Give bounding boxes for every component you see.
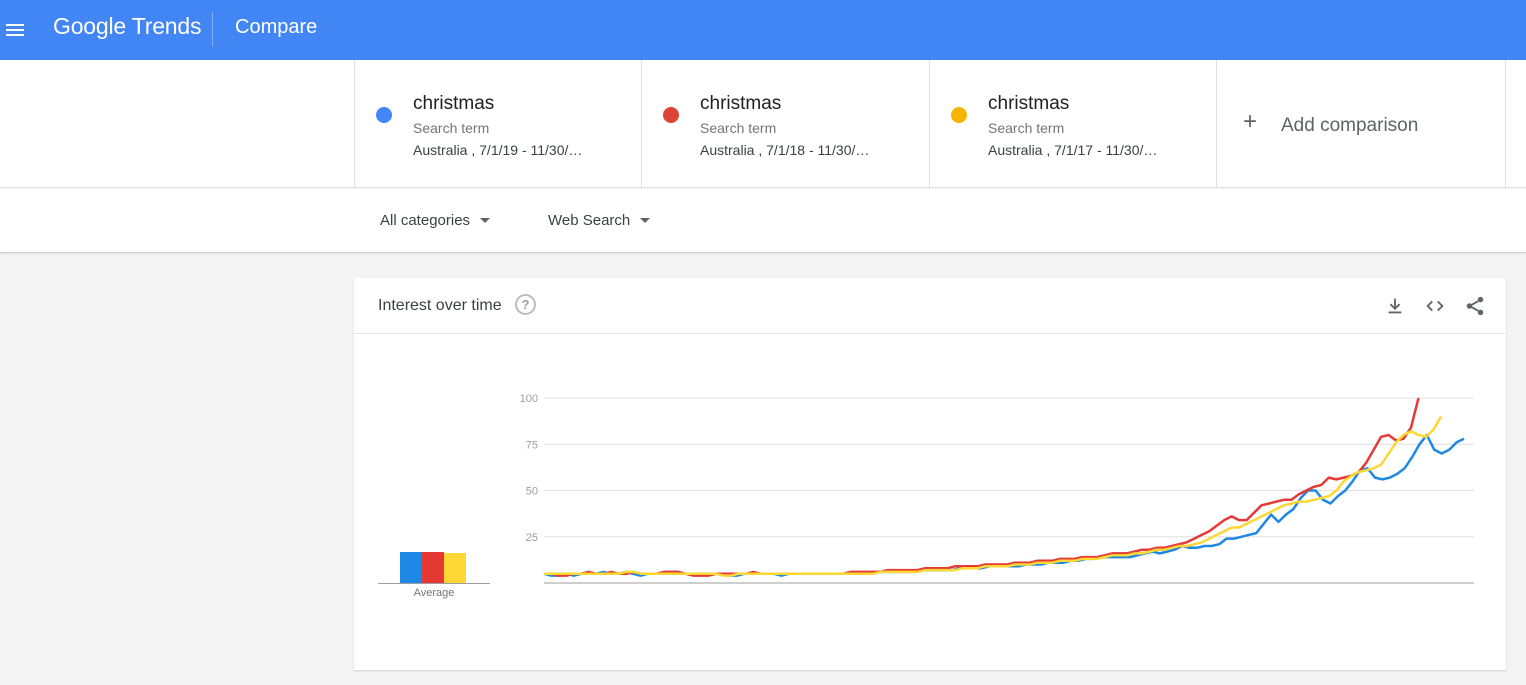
term-color-dot (376, 107, 392, 123)
average-axis (378, 583, 490, 584)
term-color-dot (663, 107, 679, 123)
comparison-terms-bar: christmas Search term Australia , 7/1/19… (0, 60, 1526, 188)
average-label: Average (413, 587, 455, 599)
caret-down-icon (640, 218, 651, 223)
term-type: Search term (700, 120, 777, 136)
card-title: Interest over time (378, 297, 502, 314)
y-tick-label: 75 (526, 439, 538, 451)
add-comparison-label: Add comparison (1281, 115, 1419, 136)
series-line-3[interactable] (544, 415, 1443, 577)
series-line-1[interactable] (543, 433, 1465, 577)
add-comparison-button[interactable]: + Add comparison (1216, 60, 1506, 188)
plus-icon: + (1243, 108, 1258, 135)
page-title: Compare (235, 16, 318, 38)
top-bar: Google Trends Compare (0, 0, 1526, 60)
share-icon[interactable] (1464, 295, 1486, 317)
term-region-range: Australia , 7/1/17 - 11/30/… (988, 142, 1158, 158)
search-type-dropdown[interactable]: Web Search (548, 212, 651, 229)
filter-bar: All categories Web Search (0, 189, 1526, 253)
average-bar (444, 553, 466, 583)
card-header: Interest over time ? (354, 278, 1506, 334)
y-tick-label: 100 (520, 393, 538, 405)
y-tick-label: 50 (526, 486, 538, 498)
download-icon[interactable] (1384, 295, 1406, 317)
term-card-3[interactable]: christmas Search term Australia , 7/1/17… (929, 60, 1217, 188)
logo-divider (212, 12, 213, 46)
term-name: christmas (413, 93, 495, 114)
search-type-dropdown-label: Web Search (548, 212, 631, 229)
average-bars: Average (378, 538, 490, 599)
term-type: Search term (988, 120, 1065, 136)
interest-line-chart[interactable]: 25 50 75 100 (494, 378, 1494, 598)
embed-code-icon[interactable] (1424, 295, 1446, 317)
average-bar (400, 551, 422, 583)
term-region-range: Australia , 7/1/19 - 11/30/… (413, 142, 583, 158)
interest-over-time-card: Interest over time ? Average 25 50 75 100 (354, 278, 1506, 670)
term-card-1[interactable]: christmas Search term Australia , 7/1/19… (354, 60, 642, 188)
term-color-dot (951, 107, 967, 123)
category-dropdown-label: All categories (380, 212, 471, 229)
y-tick-label: 25 (526, 532, 538, 544)
term-name: christmas (988, 93, 1070, 114)
series-line-2[interactable] (544, 397, 1420, 577)
average-bar (422, 551, 444, 583)
term-name: christmas (700, 93, 782, 114)
google-trends-logo[interactable]: Google Trends (53, 13, 201, 40)
term-card-2[interactable]: christmas Search term Australia , 7/1/18… (641, 60, 929, 188)
category-dropdown[interactable]: All categories (380, 212, 491, 229)
caret-down-icon (480, 218, 491, 223)
term-region-range: Australia , 7/1/18 - 11/30/… (700, 142, 870, 158)
help-circle-icon[interactable]: ? (515, 294, 536, 315)
menu-icon[interactable] (6, 18, 24, 42)
term-type: Search term (413, 120, 490, 136)
